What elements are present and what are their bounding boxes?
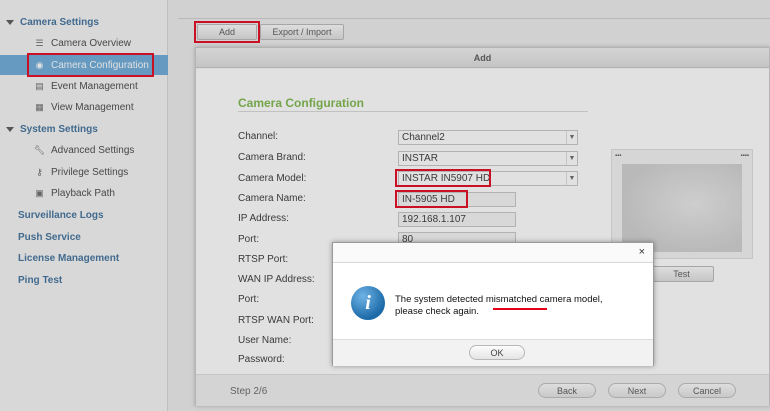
warning-dialog: × i The system detected mismatched camer… [332,242,654,366]
warning-dialog-footer: OK [333,339,653,366]
message-part: camera model, [537,294,603,305]
warning-dialog-header: × [333,243,653,263]
ok-button[interactable]: OK [469,345,525,360]
underline-highlight [493,308,547,310]
close-icon[interactable]: × [639,246,645,258]
warning-dialog-body: i The system detected mismatched camera … [333,264,653,334]
info-icon: i [351,286,385,320]
message-highlight: mismatched [485,294,538,305]
message-part: The system detected [395,294,486,305]
warning-message: The system detected mismatched camera mo… [395,294,645,318]
message-part: please check again. [395,306,479,317]
